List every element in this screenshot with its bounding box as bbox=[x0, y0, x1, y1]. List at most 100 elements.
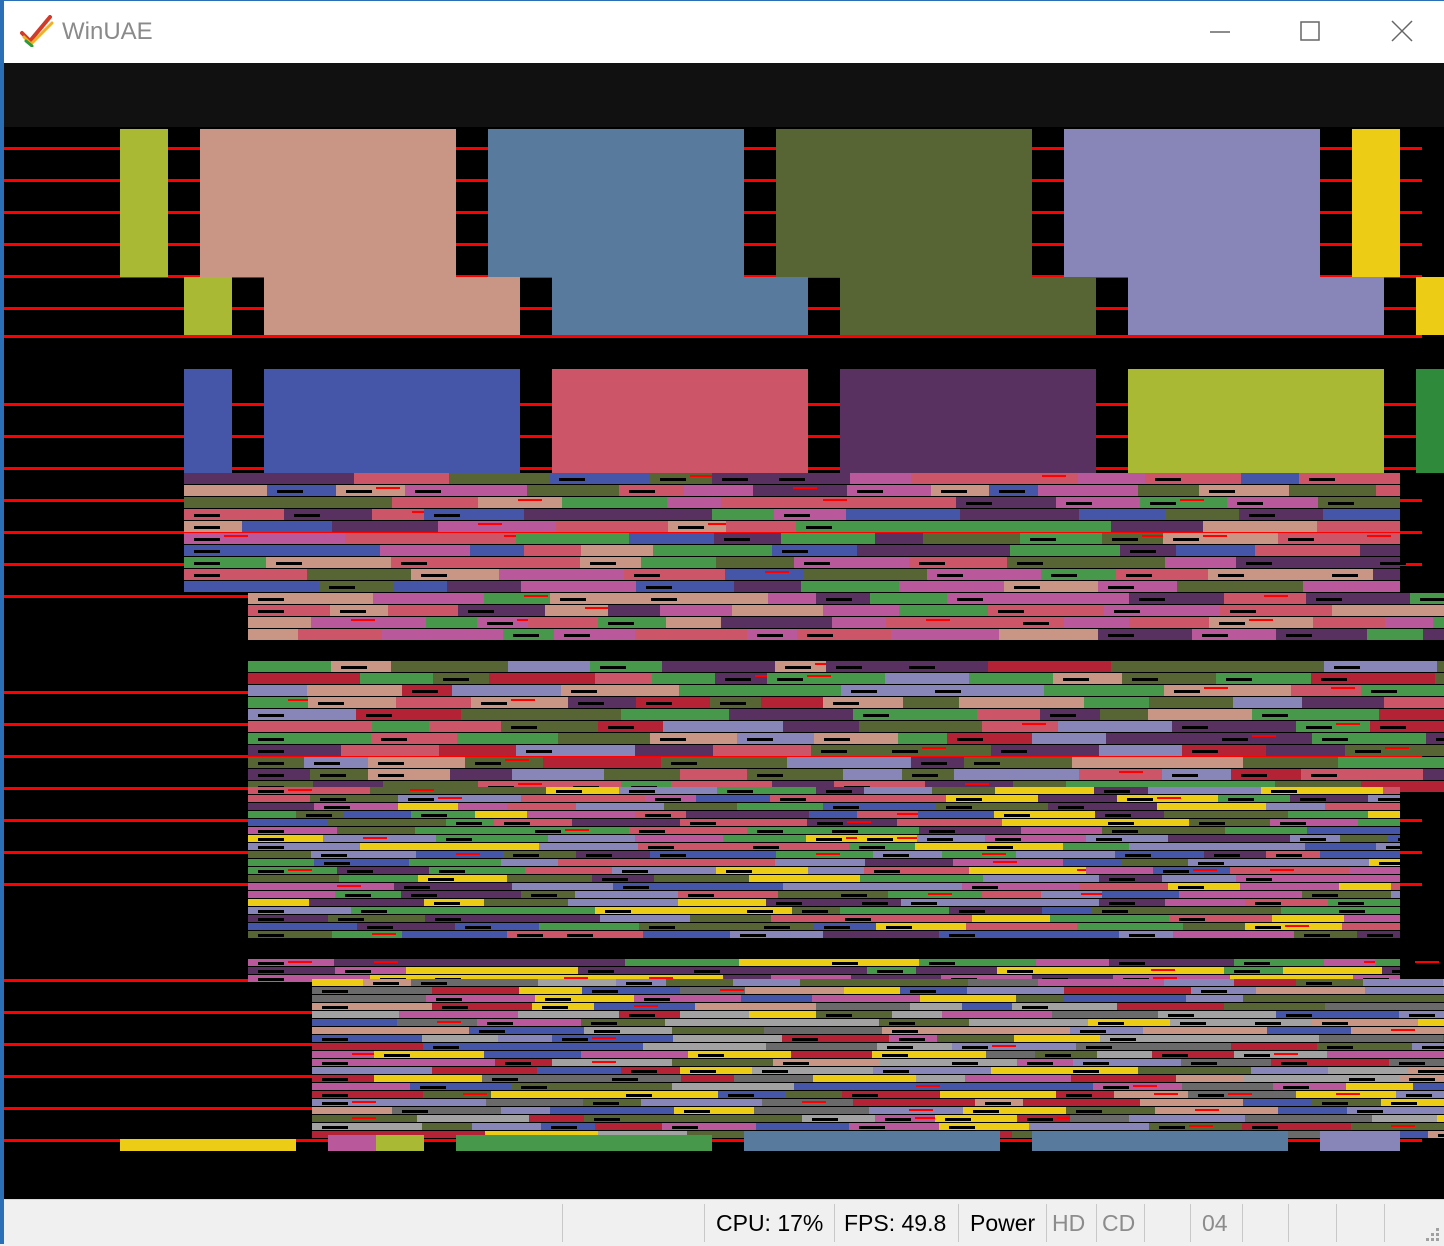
glitch-stripe bbox=[1224, 1003, 1325, 1010]
glitch-stripe bbox=[248, 795, 310, 802]
resize-grip-icon[interactable] bbox=[1422, 1224, 1440, 1242]
glitch-gap bbox=[757, 830, 783, 833]
glitch-stripe bbox=[680, 1011, 749, 1018]
minimize-button[interactable] bbox=[1198, 11, 1242, 51]
glitch-stripe bbox=[745, 987, 844, 994]
glitch-stripe bbox=[1256, 987, 1365, 994]
glitch-stripe bbox=[524, 545, 581, 556]
tile bbox=[1128, 369, 1384, 473]
glitch-stripe bbox=[484, 899, 568, 906]
power-led[interactable]: Power bbox=[970, 1210, 1035, 1237]
glitch-gap bbox=[1172, 774, 1198, 777]
glitch-gap bbox=[591, 1022, 617, 1025]
glitch-stripe bbox=[550, 1107, 674, 1114]
glitch-gap bbox=[1379, 862, 1405, 865]
glitch-gap bbox=[1367, 934, 1393, 937]
glitch-stripe bbox=[1111, 661, 1226, 672]
glitch-gap bbox=[1398, 838, 1424, 841]
glitch-gap bbox=[381, 738, 407, 741]
glitch-gap bbox=[720, 702, 746, 705]
glitch-gap bbox=[672, 1126, 698, 1129]
cd-led[interactable]: CD bbox=[1102, 1210, 1135, 1237]
glitch-gap bbox=[1311, 774, 1337, 777]
glitch-stripe bbox=[1129, 617, 1209, 628]
glitch-stripe bbox=[248, 811, 296, 818]
glitch-gap bbox=[468, 610, 494, 613]
glitch-gap bbox=[321, 854, 347, 857]
glitch-stripe bbox=[260, 581, 319, 592]
glitch-stripe bbox=[1168, 835, 1290, 842]
emulator-display[interactable] bbox=[4, 63, 1444, 1199]
glitch-stripe bbox=[1138, 1067, 1251, 1074]
glitch-stripe bbox=[892, 1011, 942, 1018]
tile bbox=[552, 277, 808, 335]
glitch-red bbox=[816, 853, 840, 855]
glitch-red bbox=[352, 1053, 376, 1055]
glitch-gap bbox=[401, 562, 427, 565]
glitch-stripe bbox=[1283, 967, 1382, 974]
glitch-stripe bbox=[967, 987, 1064, 994]
glitch-gap bbox=[776, 902, 802, 905]
glitch-stripe bbox=[248, 883, 297, 890]
glitch-gap bbox=[929, 830, 955, 833]
emulator-screen[interactable] bbox=[4, 63, 1444, 1199]
glitch-gap bbox=[443, 678, 469, 681]
glitch-stripe bbox=[771, 915, 835, 922]
glitch-red bbox=[1203, 535, 1227, 537]
glitch-stripe bbox=[484, 1051, 581, 1058]
status-separator bbox=[1336, 1204, 1337, 1242]
glitch-stripe bbox=[447, 581, 521, 592]
glitch-gap bbox=[690, 822, 716, 825]
glitch-stripe bbox=[439, 745, 516, 756]
glitch-stripe bbox=[785, 1091, 842, 1098]
glitch-stripe bbox=[1327, 1051, 1391, 1058]
glitch-stripe bbox=[538, 979, 616, 986]
glitch-stripe bbox=[380, 1059, 495, 1066]
glitch-gap bbox=[1007, 970, 1033, 973]
glitch-stripe bbox=[1317, 521, 1400, 532]
glitch-stripe bbox=[1121, 859, 1188, 866]
glitch-stripe bbox=[248, 923, 357, 930]
glitch-gap bbox=[258, 714, 284, 717]
glitch-gap bbox=[560, 598, 586, 601]
glitch-gap bbox=[605, 910, 631, 913]
maximize-button[interactable] bbox=[1288, 11, 1332, 51]
glitch-stripe bbox=[783, 497, 866, 508]
glitch-stripe bbox=[677, 1115, 802, 1122]
glitch-stripe bbox=[1435, 673, 1444, 684]
tile bbox=[840, 369, 1096, 473]
close-button[interactable] bbox=[1380, 11, 1424, 51]
glitch-red bbox=[1022, 723, 1046, 725]
glitch-gap bbox=[660, 854, 686, 857]
glitch-stripe bbox=[791, 1051, 872, 1058]
glitch-red bbox=[518, 499, 542, 501]
glitch-stripe bbox=[604, 769, 680, 780]
glitch-gap bbox=[1030, 538, 1056, 541]
glitch-gap bbox=[531, 894, 557, 897]
glitch-stripe bbox=[1327, 533, 1400, 544]
glitch-stripe bbox=[1307, 827, 1400, 834]
glitch-stripe bbox=[498, 1035, 552, 1042]
cpu-usage: CPU: 17% bbox=[716, 1210, 824, 1236]
glitch-stripe bbox=[816, 1003, 910, 1010]
glitch-stripe bbox=[576, 803, 664, 810]
glitch-gap bbox=[415, 490, 441, 493]
glitch-gap bbox=[972, 886, 998, 889]
glitch-stripe bbox=[528, 617, 598, 628]
glitch-stripe bbox=[846, 509, 960, 520]
glitch-stripe bbox=[1346, 1083, 1413, 1090]
glitch-stripe bbox=[1243, 1099, 1312, 1106]
glitch-stripe bbox=[497, 967, 578, 974]
glitch-stripe bbox=[672, 1083, 794, 1090]
floppy-track[interactable]: 04 bbox=[1202, 1210, 1228, 1237]
hd-led[interactable]: HD bbox=[1052, 1210, 1085, 1237]
glitch-stripe bbox=[1182, 1083, 1273, 1090]
glitch-stripe bbox=[954, 545, 1010, 556]
glitch-stripe bbox=[1320, 851, 1400, 858]
glitch-gap bbox=[1109, 878, 1135, 881]
glitch-gap bbox=[258, 774, 284, 777]
glitch-stripe bbox=[491, 1091, 616, 1098]
title-bar[interactable]: WinUAE bbox=[4, 1, 1444, 63]
glitch-stripe bbox=[248, 629, 298, 640]
glitch-stripe bbox=[713, 745, 811, 756]
